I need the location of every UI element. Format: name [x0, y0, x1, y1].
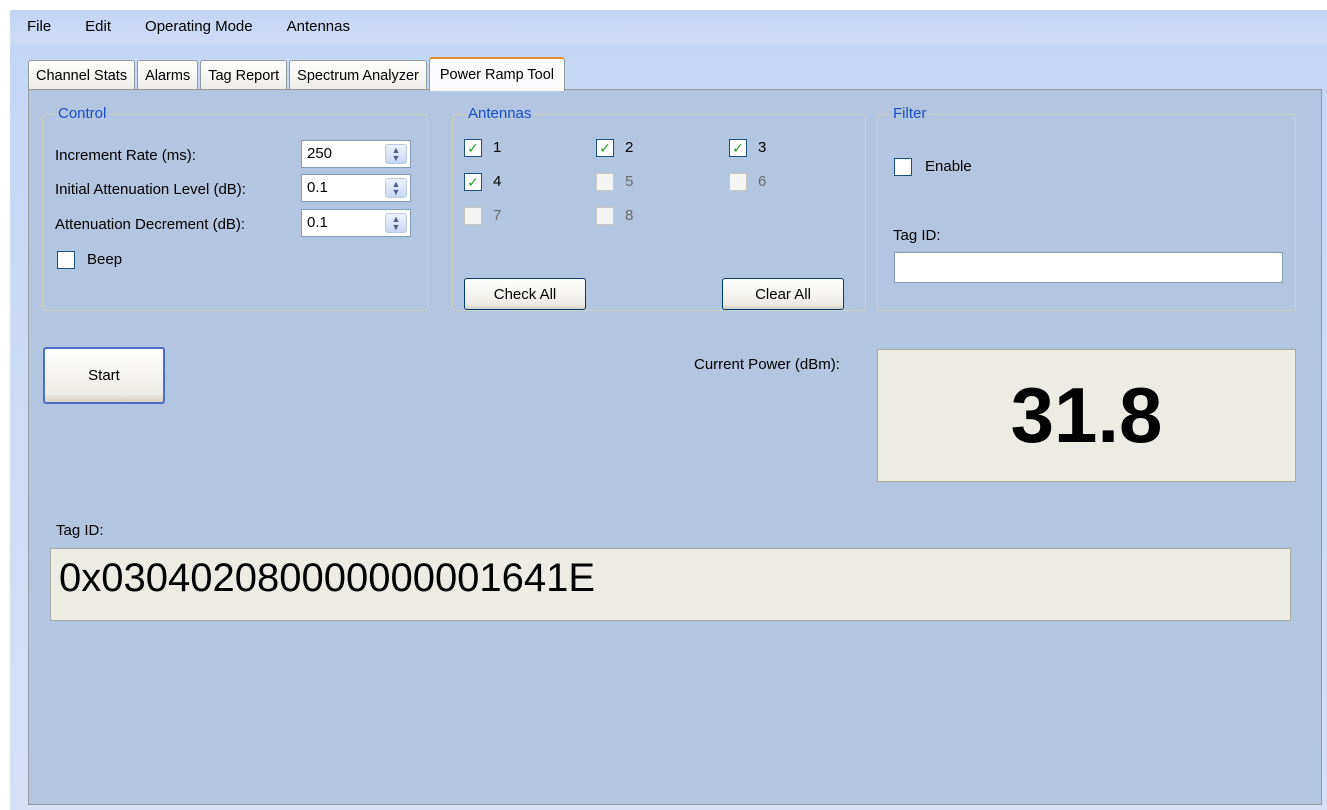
- antenna-2-label: 2: [625, 139, 634, 156]
- antenna-2-checkbox[interactable]: ✓: [596, 139, 614, 157]
- tab-spectrum-analyzer[interactable]: Spectrum Analyzer: [289, 60, 427, 90]
- antenna-3-checkbox[interactable]: ✓: [729, 139, 747, 157]
- beep-label: Beep: [87, 251, 123, 268]
- antenna-8-checkbox[interactable]: [596, 207, 614, 225]
- power-ramp-panel: Control Increment Rate (ms): 250 ▲ ▼ Init…: [28, 89, 1322, 805]
- antenna-1-label: 1: [493, 139, 502, 156]
- attenuation-decrement-label: Attenuation Decrement (dB):: [55, 216, 246, 233]
- menu-operating-mode[interactable]: Operating Mode: [128, 10, 270, 44]
- initial-attenuation-spinner[interactable]: 0.1 ▲ ▼: [301, 174, 411, 202]
- spinner-arrows-icon[interactable]: ▲ ▼: [385, 178, 407, 198]
- tab-alarms[interactable]: Alarms: [137, 60, 199, 90]
- filter-tag-id-input[interactable]: [894, 252, 1283, 283]
- tab-channel-stats[interactable]: Channel Stats: [28, 60, 136, 90]
- increment-rate-label: Increment Rate (ms):: [55, 147, 196, 164]
- menu-file[interactable]: File: [10, 10, 68, 44]
- increment-rate-value: 250: [307, 145, 333, 162]
- attenuation-decrement-value: 0.1: [307, 214, 328, 231]
- antenna-4-checkbox[interactable]: ✓: [464, 173, 482, 191]
- initial-attenuation-label: Initial Attenuation Level (dB):: [55, 181, 246, 198]
- app-window: File Edit Operating Mode Antennas Channe…: [10, 10, 1327, 810]
- increment-rate-spinner[interactable]: 250 ▲ ▼: [301, 140, 411, 168]
- antenna-6-checkbox[interactable]: [729, 173, 747, 191]
- antenna-3-label: 3: [758, 139, 767, 156]
- menu-antennas[interactable]: Antennas: [270, 10, 367, 44]
- check-all-button[interactable]: Check All: [464, 278, 586, 310]
- filter-enable-checkbox[interactable]: [894, 158, 912, 176]
- antenna-7-checkbox[interactable]: [464, 207, 482, 225]
- antenna-4-label: 4: [493, 173, 502, 190]
- tag-id-display: 0x030402080000000001641E: [50, 548, 1291, 621]
- antenna-5-label: 5: [625, 173, 634, 190]
- current-power-display: 31.8: [877, 349, 1296, 482]
- beep-checkbox[interactable]: [57, 251, 75, 269]
- menu-edit[interactable]: Edit: [68, 10, 128, 44]
- clear-all-button[interactable]: Clear All: [722, 278, 844, 310]
- tag-id-label: Tag ID:: [56, 522, 104, 539]
- tab-power-ramp-tool[interactable]: Power Ramp Tool: [428, 57, 566, 91]
- start-button[interactable]: Start: [43, 347, 165, 404]
- current-power-label: Current Power (dBm):: [694, 356, 840, 373]
- menu-bar: File Edit Operating Mode Antennas: [10, 10, 1327, 44]
- tab-strip: Channel Stats Alarms Tag Report Spectrum…: [28, 56, 567, 91]
- spinner-arrows-icon[interactable]: ▲ ▼: [385, 213, 407, 233]
- spinner-arrows-icon[interactable]: ▲ ▼: [385, 144, 407, 164]
- antenna-1-checkbox[interactable]: ✓: [464, 139, 482, 157]
- control-group-title: Control: [55, 105, 110, 122]
- filter-group-title: Filter: [890, 105, 930, 122]
- antenna-7-label: 7: [493, 207, 502, 224]
- antenna-6-label: 6: [758, 173, 767, 190]
- current-power-value: 31.8: [1010, 371, 1163, 459]
- antenna-8-label: 8: [625, 207, 634, 224]
- attenuation-decrement-spinner[interactable]: 0.1 ▲ ▼: [301, 209, 411, 237]
- antenna-5-checkbox[interactable]: [596, 173, 614, 191]
- initial-attenuation-value: 0.1: [307, 179, 328, 196]
- tab-tag-report[interactable]: Tag Report: [200, 60, 288, 90]
- filter-enable-label: Enable: [925, 158, 972, 175]
- antennas-group-title: Antennas: [465, 105, 535, 122]
- tag-id-value: 0x030402080000000001641E: [59, 556, 596, 600]
- filter-tag-id-label: Tag ID:: [893, 227, 941, 244]
